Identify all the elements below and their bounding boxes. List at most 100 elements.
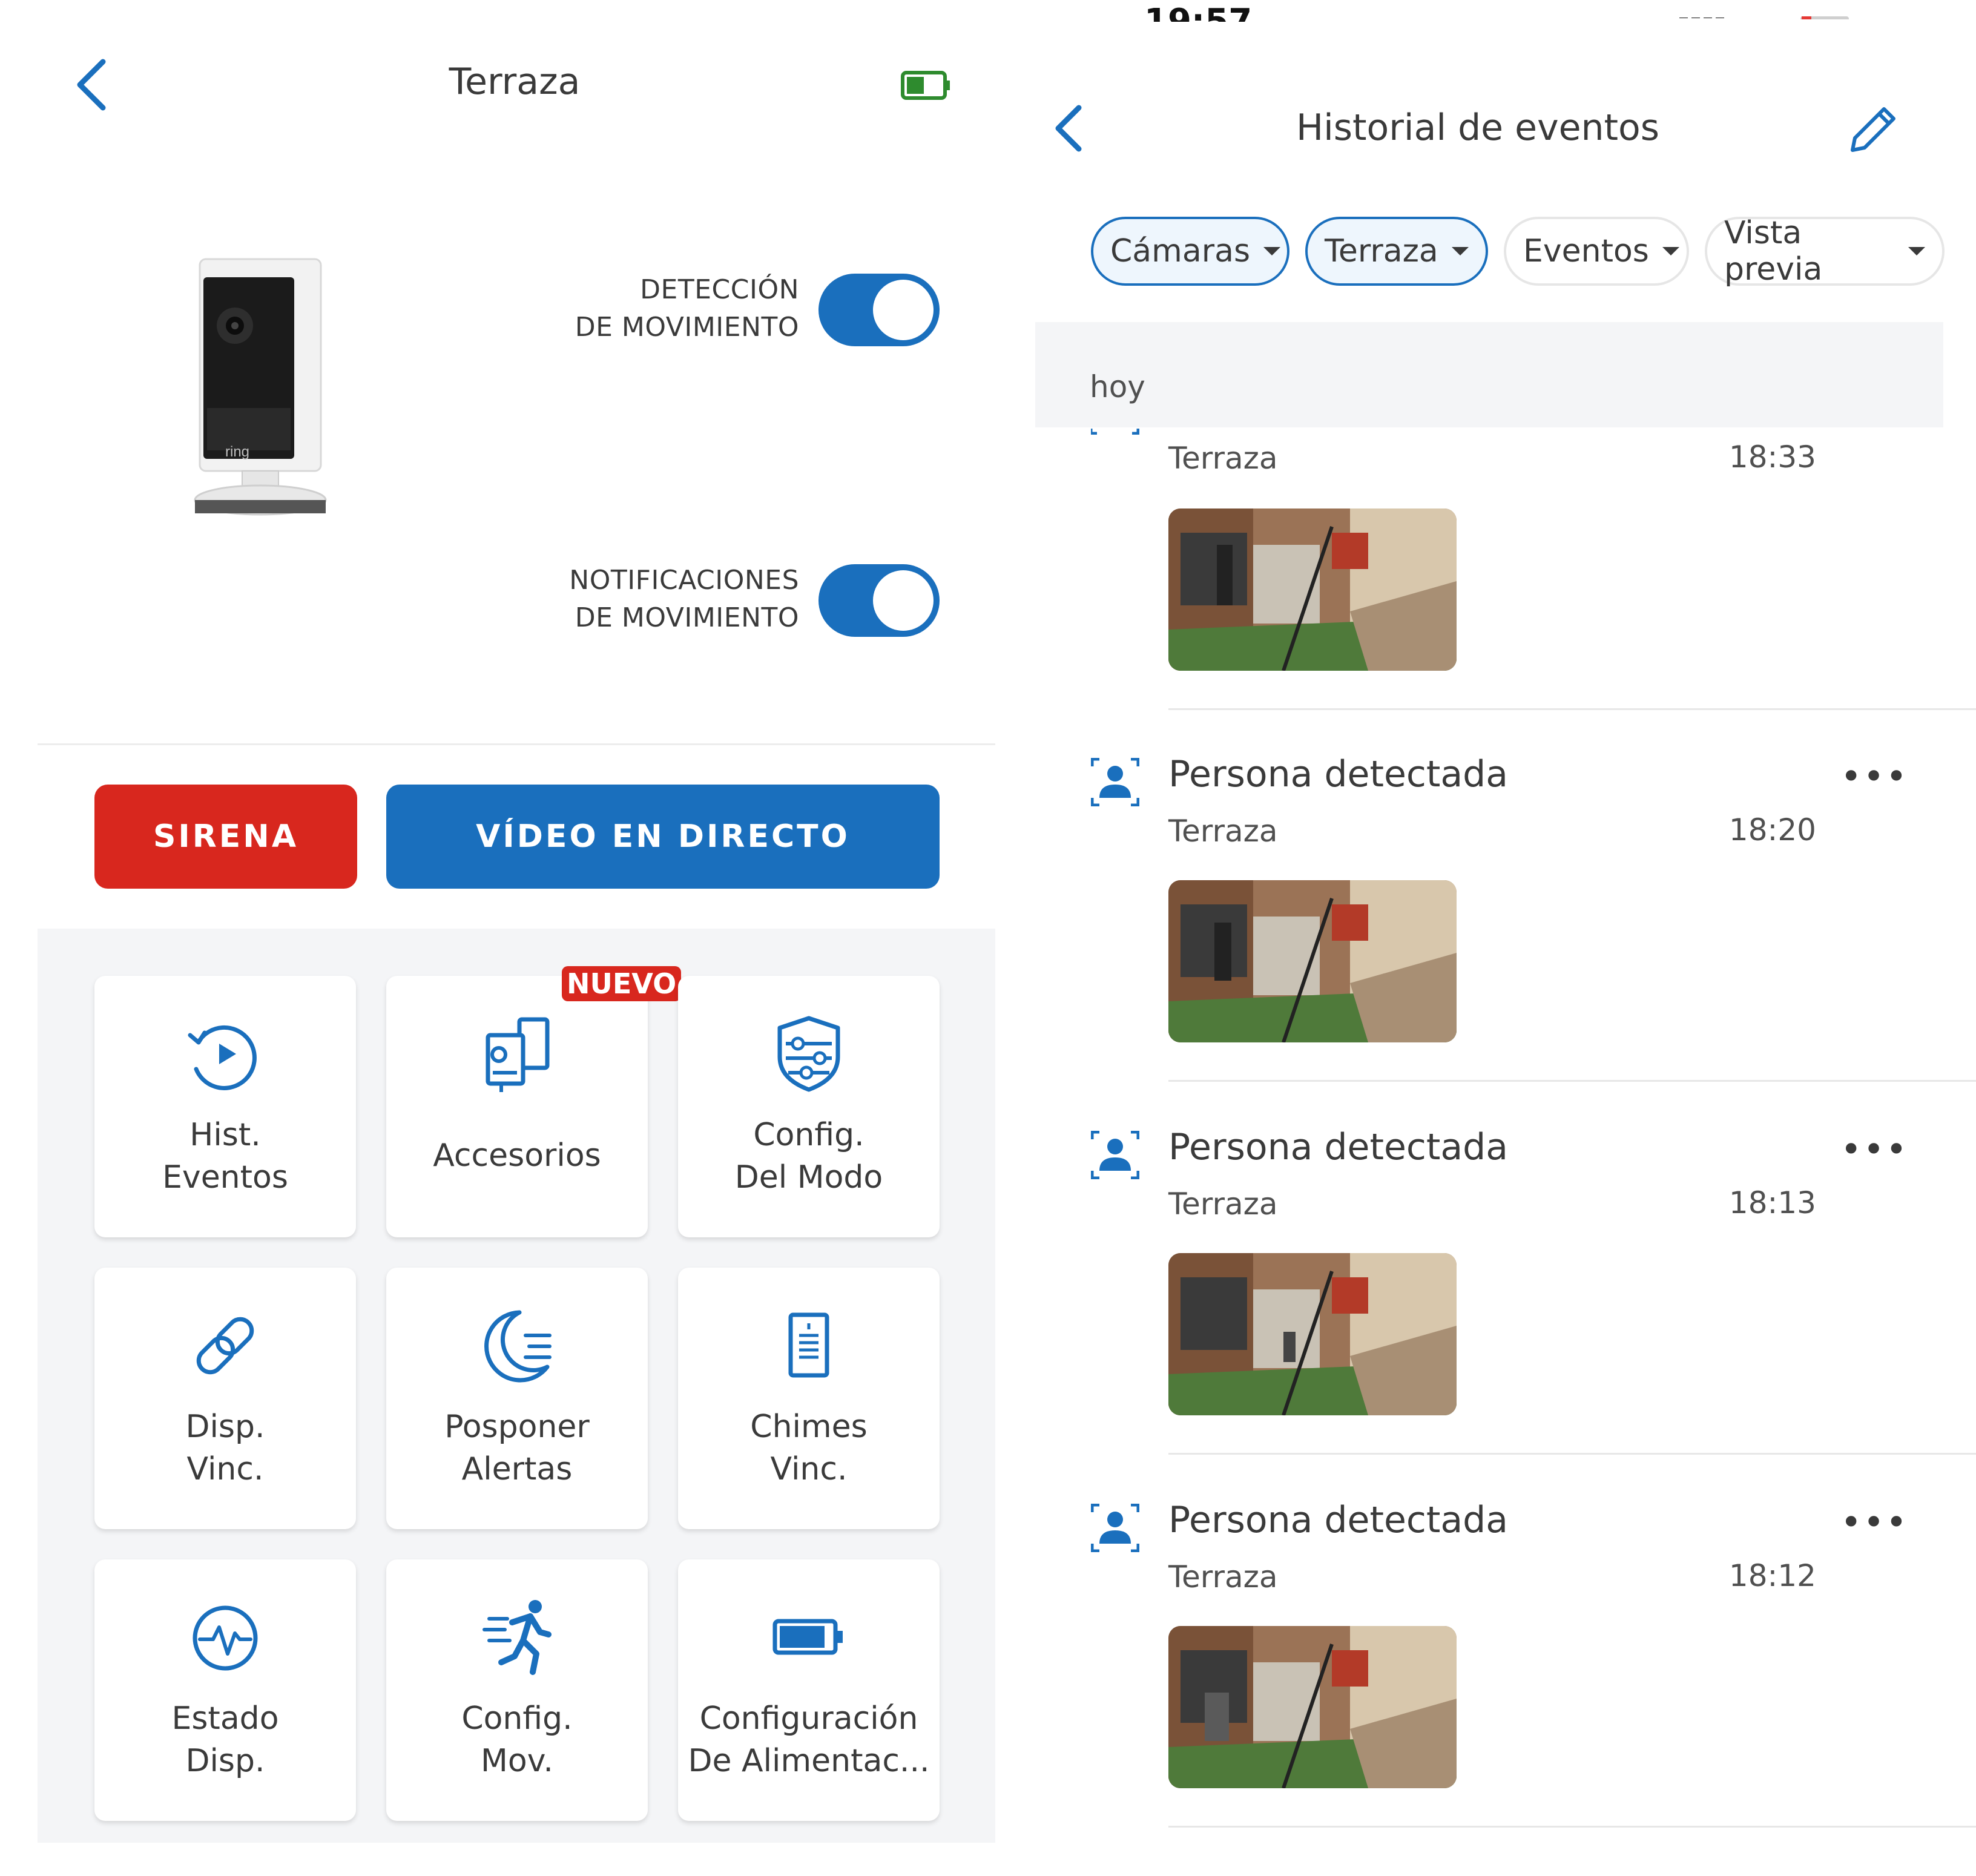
tile-label-line2: Eventos xyxy=(162,1159,288,1196)
event-item[interactable]: Terraza 18:33 xyxy=(1035,427,1976,709)
event-item[interactable]: Persona detectada ••• Terraza 18:20 xyxy=(1035,748,1976,1051)
tile-label-line1: Config. xyxy=(461,1700,573,1737)
event-thumbnail[interactable] xyxy=(1168,508,1457,671)
motion-runner-icon xyxy=(482,1600,552,1675)
camera-device-image: ring xyxy=(193,258,332,518)
event-device: Terraza xyxy=(1168,814,1278,849)
chip-label: Terraza xyxy=(1325,233,1438,269)
page-title: Historial de eventos xyxy=(1296,107,1660,149)
caret-down-icon xyxy=(1451,247,1469,255)
live-video-button[interactable]: VÍDEO EN DIRECTO xyxy=(386,785,940,889)
event-time: 18:13 xyxy=(1728,1185,1816,1220)
status-time: 19:57 xyxy=(1144,5,1252,22)
mode-shield-icon xyxy=(777,1016,840,1092)
motion-notifications-toggle[interactable] xyxy=(818,564,940,637)
chevron-left-icon xyxy=(1055,105,1082,152)
tile-label-line2: Alertas xyxy=(461,1451,573,1487)
more-options-button[interactable]: ••• xyxy=(1840,755,1908,798)
tile-label-line1: Disp. xyxy=(185,1409,265,1445)
tile-accessories[interactable]: Accesorios NUEVO xyxy=(386,966,682,1237)
tile-snooze-alerts[interactable]: Posponer Alertas xyxy=(386,1268,648,1529)
tile-mode-settings[interactable]: Config. Del Modo xyxy=(678,976,940,1237)
new-badge: NUEVO xyxy=(562,966,682,1001)
event-thumbnail[interactable] xyxy=(1168,1626,1457,1788)
chip-label: Cámaras xyxy=(1110,233,1251,269)
motion-notifications-label-line2: DE MOVIMIENTO xyxy=(575,602,799,633)
caret-down-icon xyxy=(1908,247,1925,255)
motion-notifications-label-line1: NOTIFICACIONES xyxy=(569,565,799,596)
caret-down-icon xyxy=(1263,247,1281,255)
tile-linked-devices[interactable]: Disp. Vinc. xyxy=(94,1268,356,1529)
event-title: Persona detectada xyxy=(1168,753,1509,795)
event-history-screen: 19:57 Historial de eventos Cámaras Terra… xyxy=(1035,0,1976,1876)
history-play-icon xyxy=(188,1025,257,1090)
person-detected-icon xyxy=(1091,1131,1139,1179)
chip-label: Vista previa xyxy=(1724,215,1823,288)
chevron-left-icon xyxy=(77,59,106,111)
more-options-button[interactable]: ••• xyxy=(1840,1128,1908,1171)
filter-chip-preview[interactable]: Vista previa xyxy=(1705,215,1945,288)
svg-text:ring: ring xyxy=(225,444,249,460)
back-button[interactable] xyxy=(1049,100,1091,159)
motion-detection-label-line1: DETECCIÓN xyxy=(640,274,799,305)
event-divider xyxy=(1168,1080,1976,1082)
section-header: hoy xyxy=(1035,322,1943,427)
edit-button[interactable] xyxy=(1845,103,1900,157)
event-device: Terraza xyxy=(1168,1186,1278,1222)
motion-detection-label: DETECCIÓN DE MOVIMIENTO xyxy=(478,271,799,346)
event-thumbnail[interactable] xyxy=(1168,1253,1457,1415)
event-item[interactable]: Persona detectada ••• Terraza 18:12 xyxy=(1035,1494,1976,1797)
tile-motion-settings[interactable]: Config. Mov. xyxy=(386,1559,648,1821)
event-type-icon xyxy=(1091,429,1139,435)
tile-event-history[interactable]: Hist. Eventos xyxy=(94,976,356,1237)
event-item[interactable]: Persona detectada ••• Terraza 18:13 xyxy=(1035,1121,1976,1424)
event-thumbnail[interactable] xyxy=(1168,880,1457,1042)
toggle-knob xyxy=(873,280,934,340)
section-header-label: hoy xyxy=(1090,369,1145,404)
toggle-knob xyxy=(873,570,934,631)
event-divider xyxy=(1168,1453,1976,1455)
filter-chip-device[interactable]: Terraza xyxy=(1305,217,1488,286)
tile-label-line2: De Alimentac... xyxy=(688,1743,930,1779)
section-divider xyxy=(38,743,995,745)
motion-notifications-label: NOTIFICACIONES DE MOVIMIENTO xyxy=(478,562,799,637)
person-detected-icon xyxy=(1091,1504,1139,1552)
event-time: 18:12 xyxy=(1728,1558,1816,1593)
back-button[interactable] xyxy=(71,56,114,114)
tile-label-line1: Hist. xyxy=(189,1117,261,1153)
chip-label: Eventos xyxy=(1523,233,1649,269)
snooze-moon-icon xyxy=(484,1310,552,1383)
motion-detection-label-line2: DE MOVIMIENTO xyxy=(575,312,799,343)
filter-chip-cameras[interactable]: Cámaras xyxy=(1091,217,1289,286)
event-time: 18:20 xyxy=(1728,812,1816,847)
tile-label-line1: Accesorios xyxy=(433,1137,601,1174)
tile-device-health[interactable]: Estado Disp. xyxy=(94,1559,356,1821)
chime-icon xyxy=(788,1312,829,1378)
person-detected-icon xyxy=(1091,758,1139,806)
tile-power-settings[interactable]: Configuración De Alimentac... xyxy=(678,1559,940,1821)
siren-button[interactable]: SIRENA xyxy=(94,785,357,889)
event-device: Terraza xyxy=(1168,1559,1278,1595)
event-divider xyxy=(1168,708,1976,710)
health-pulse-icon xyxy=(193,1605,258,1671)
motion-detection-toggle[interactable] xyxy=(818,274,940,346)
link-icon xyxy=(196,1317,254,1375)
tile-label-line1: Chimes xyxy=(750,1409,868,1445)
tile-label-line1: Config. xyxy=(753,1117,864,1153)
tile-label-line2: Vinc. xyxy=(186,1451,264,1487)
signal-icon xyxy=(1679,13,1728,18)
battery-status-icon xyxy=(1799,13,1857,19)
device-screen: Terraza ring DETECCIÓN DE MOVIMIENTO NOT… xyxy=(0,0,996,1876)
tile-label-line1: Estado xyxy=(171,1700,279,1737)
event-divider xyxy=(1168,1826,1976,1828)
event-title: Persona detectada xyxy=(1168,1126,1509,1168)
event-title: Persona detectada xyxy=(1168,1499,1509,1541)
accessories-icon xyxy=(486,1017,550,1092)
tile-linked-chimes[interactable]: Chimes Vinc. xyxy=(678,1268,940,1529)
more-options-button[interactable]: ••• xyxy=(1840,1501,1908,1544)
tile-label-line2: Del Modo xyxy=(734,1159,883,1196)
filter-chip-events[interactable]: Eventos xyxy=(1504,217,1689,286)
battery-status[interactable] xyxy=(901,70,952,103)
pencil-icon xyxy=(1851,107,1895,152)
event-time: 18:33 xyxy=(1728,439,1816,475)
